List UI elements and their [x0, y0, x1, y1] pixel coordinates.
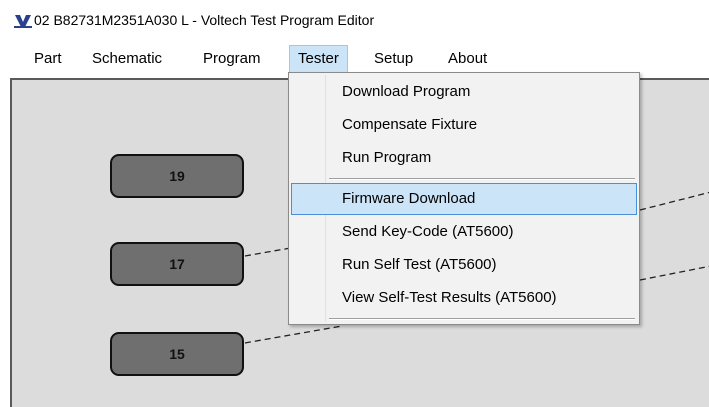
menu-setup[interactable]: Setup	[366, 46, 421, 72]
menu-schematic[interactable]: Schematic	[84, 46, 170, 72]
menu-part[interactable]: Part	[26, 46, 70, 72]
menu-tester[interactable]: Tester	[289, 45, 348, 73]
menu-item-view-self-test-results[interactable]: View Self-Test Results (AT5600)	[291, 282, 637, 314]
title-bar: 02 B82731M2351A030 L - Voltech Test Prog…	[0, 0, 709, 40]
pin-19[interactable]: 19	[110, 154, 244, 198]
menu-about[interactable]: About	[440, 46, 495, 72]
window-title: 02 B82731M2351A030 L - Voltech Test Prog…	[34, 12, 375, 28]
wire-right-upper	[639, 191, 709, 211]
menu-bar: Part Schematic Program Tester Setup Abou…	[0, 44, 709, 74]
menu-bottom-separator	[329, 318, 635, 320]
menu-item-run-program[interactable]: Run Program	[291, 142, 637, 174]
menu-item-download-program[interactable]: Download Program	[291, 76, 637, 108]
voltech-app-icon	[14, 15, 32, 28]
menu-program[interactable]: Program	[195, 46, 269, 72]
pin-15[interactable]: 15	[110, 332, 244, 376]
menu-item-compensate-fixture[interactable]: Compensate Fixture	[291, 109, 637, 141]
pin-17[interactable]: 17	[110, 242, 244, 286]
menu-item-run-self-test[interactable]: Run Self Test (AT5600)	[291, 249, 637, 281]
menu-item-send-key-code[interactable]: Send Key-Code (AT5600)	[291, 216, 637, 248]
menu-item-firmware-download[interactable]: Firmware Download	[291, 183, 637, 215]
wire-right-lower	[639, 265, 709, 281]
menu-separator	[329, 178, 635, 180]
tester-dropdown-menu: Download Program Compensate Fixture Run …	[288, 72, 640, 325]
